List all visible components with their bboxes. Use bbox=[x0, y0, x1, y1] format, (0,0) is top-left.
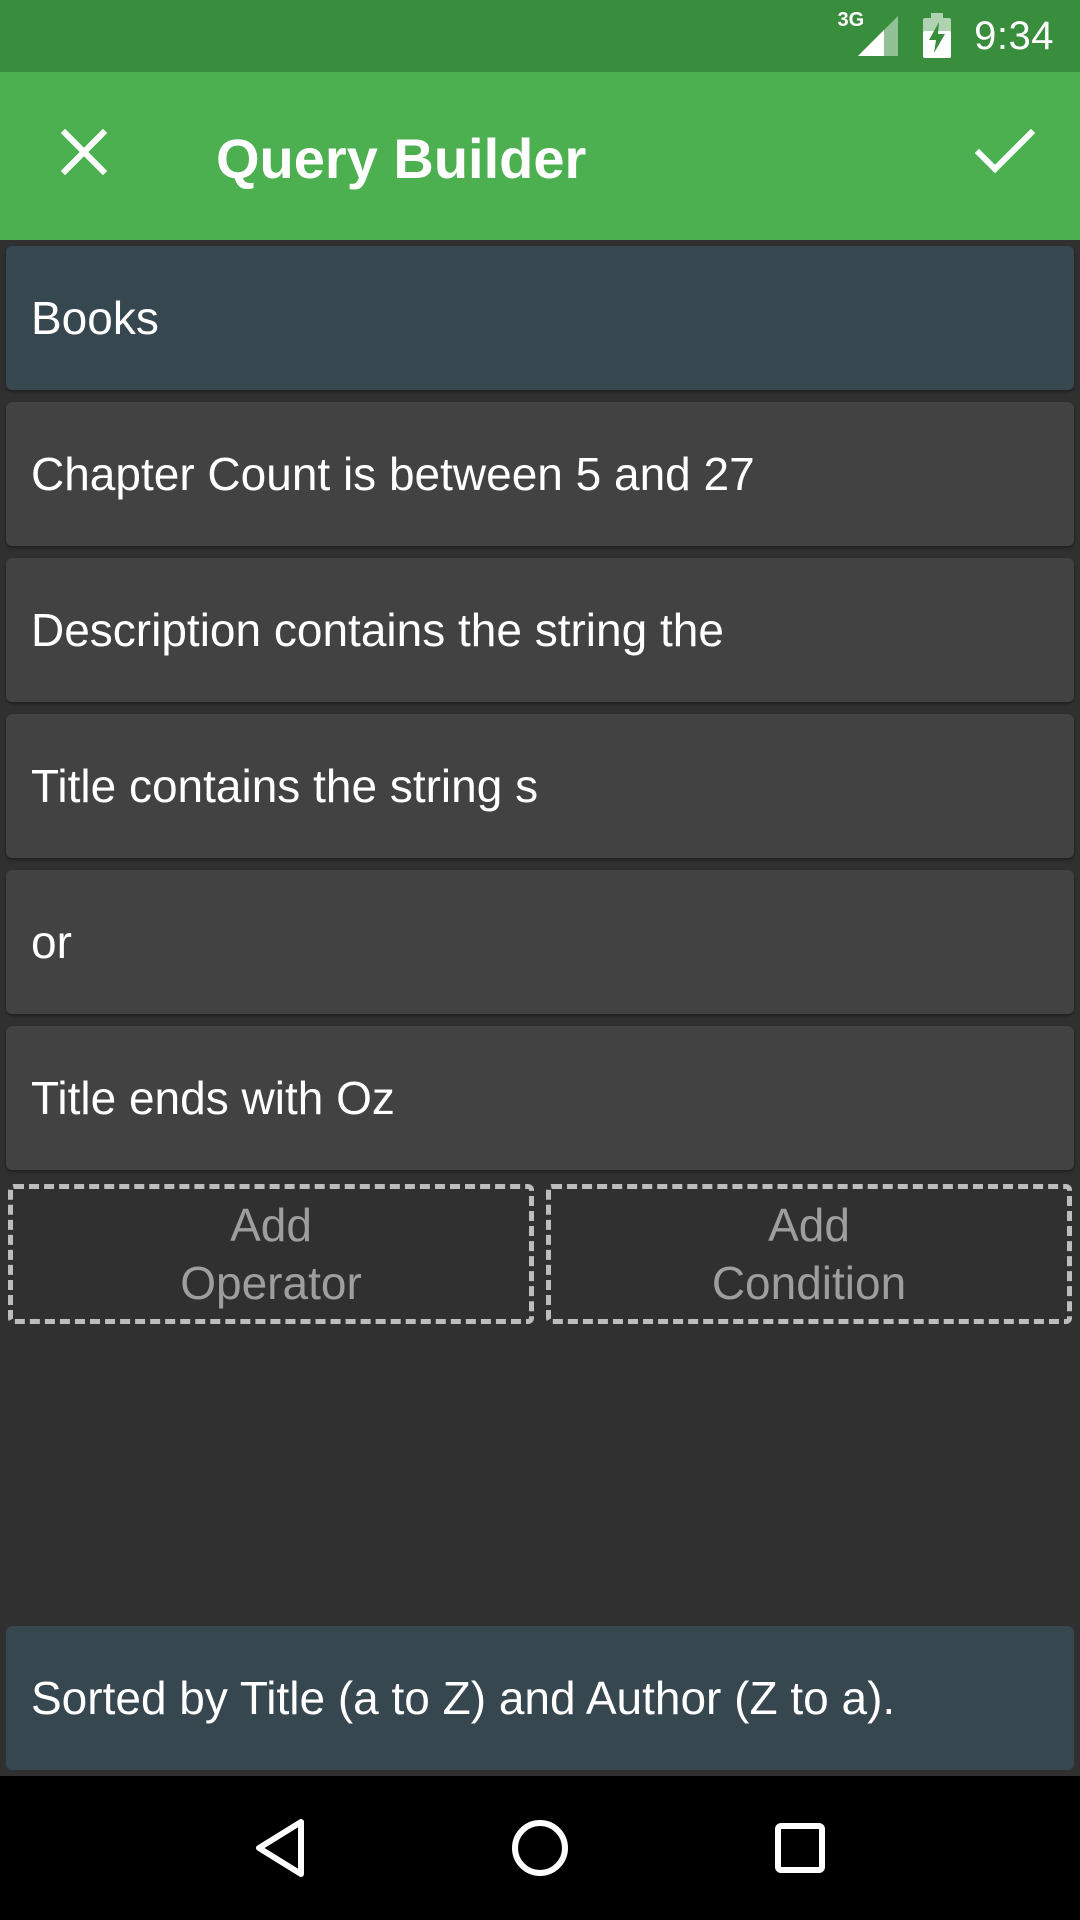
back-icon bbox=[256, 1819, 304, 1877]
battery-charging-icon bbox=[922, 13, 952, 59]
navigation-bar bbox=[0, 1776, 1080, 1920]
close-button[interactable] bbox=[44, 112, 124, 192]
operator-item[interactable]: or bbox=[6, 870, 1074, 1014]
condition-item[interactable]: Description contains the string the bbox=[6, 558, 1074, 702]
query-list: Books Chapter Count is between 5 and 27 … bbox=[6, 246, 1074, 1182]
app-bar: Query Builder bbox=[0, 72, 1080, 240]
check-icon bbox=[975, 129, 1035, 174]
status-bar: 3G 9:34 bbox=[0, 0, 1080, 72]
home-button[interactable] bbox=[495, 1803, 585, 1893]
recents-icon bbox=[775, 1823, 825, 1873]
close-icon bbox=[61, 129, 107, 175]
add-actions: Add Operator Add Condition bbox=[8, 1184, 1072, 1324]
recents-button[interactable] bbox=[755, 1803, 845, 1893]
condition-item[interactable]: Chapter Count is between 5 and 27 bbox=[6, 402, 1074, 546]
network-type: 3G bbox=[837, 8, 865, 31]
page-title: Query Builder bbox=[216, 127, 587, 190]
condition-item[interactable]: Title ends with Oz bbox=[6, 1026, 1074, 1170]
sort-order-card[interactable]: Sorted by Title (a to Z) and Author (Z t… bbox=[6, 1626, 1074, 1770]
add-operator-button[interactable]: Add Operator bbox=[8, 1184, 534, 1324]
status-time: 9:34 bbox=[974, 13, 1054, 58]
home-icon bbox=[512, 1820, 568, 1876]
condition-item[interactable]: Title contains the string s bbox=[6, 714, 1074, 858]
done-button[interactable] bbox=[960, 110, 1050, 194]
table-selector[interactable]: Books bbox=[6, 246, 1074, 390]
back-button[interactable] bbox=[235, 1803, 325, 1893]
add-condition-button[interactable]: Add Condition bbox=[546, 1184, 1072, 1324]
